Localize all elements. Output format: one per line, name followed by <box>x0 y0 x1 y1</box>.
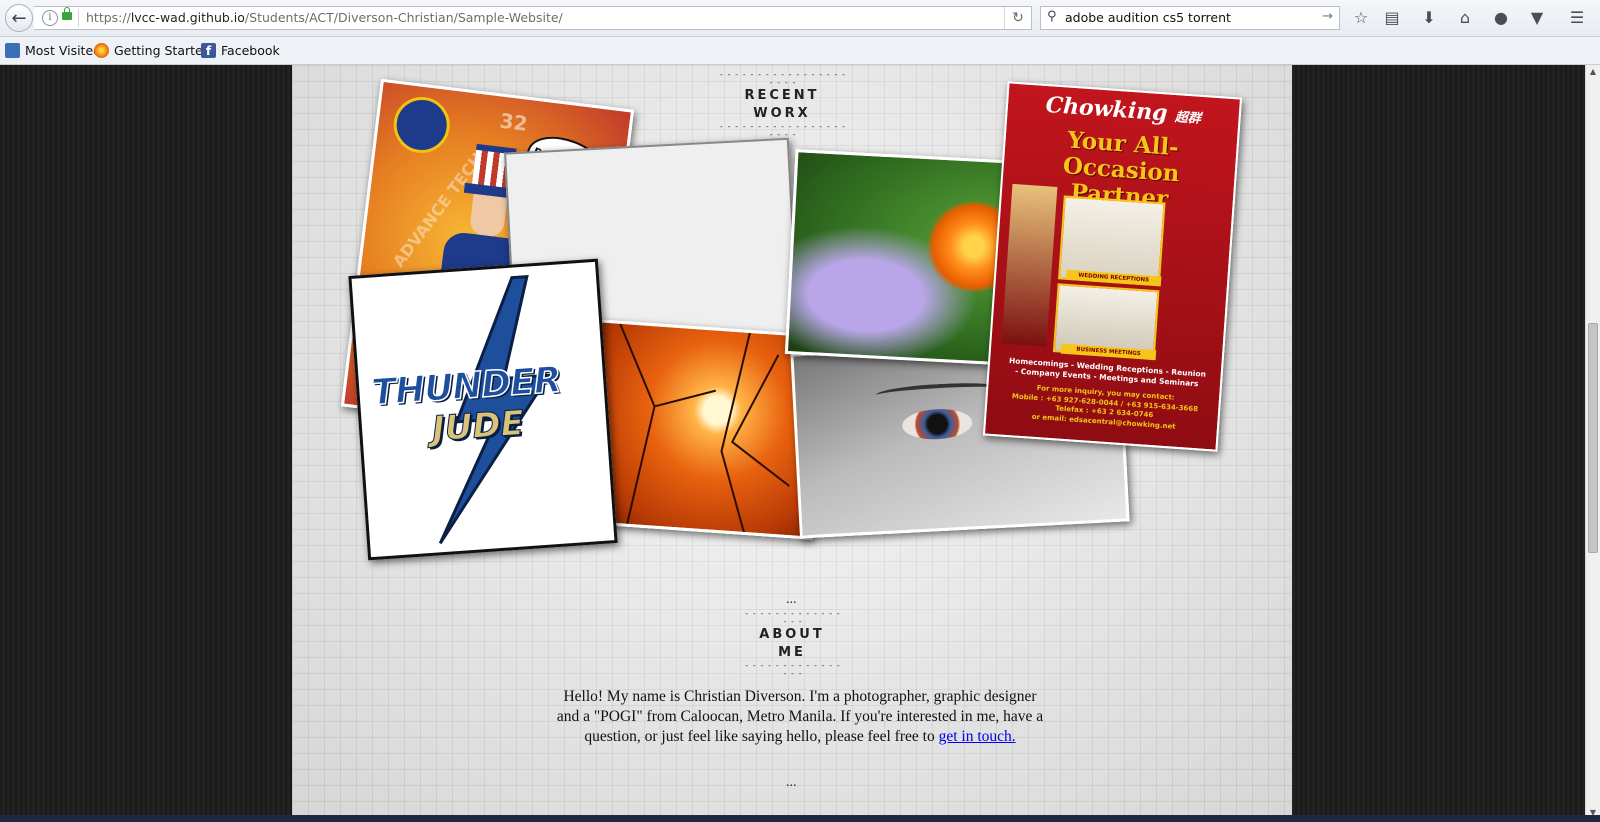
title-rule: - - - - - - - - - - - - - - - - - - - - … <box>719 122 846 139</box>
back-arrow-icon: ← <box>11 7 27 29</box>
url-text[interactable]: https://lvcc-wad.github.io/Students/ACT/… <box>86 10 563 25</box>
scrollbar-thumb[interactable] <box>1588 323 1598 553</box>
bookmark-most-visited[interactable]: Most Visited <box>5 43 101 58</box>
gallery-photo-chowking-flyer[interactable]: Chowking 超群 Your All-Occasion Partner WE… <box>982 81 1243 452</box>
home-icon[interactable]: ⌂ <box>1454 7 1476 29</box>
chowking-food-photo <box>1001 183 1058 347</box>
bookmark-label: Facebook <box>221 43 280 58</box>
lock-icon <box>62 7 72 20</box>
recent-worx-heading: - - - - - - - - - - - - - - - - - - - - … <box>716 71 848 139</box>
ellipsis-top: ... <box>786 592 797 607</box>
about-me-paragraph: Hello! My name is Christian Diverson. I'… <box>555 687 1045 747</box>
address-bar[interactable]: i https://lvcc-wad.github.io/Students/AC… <box>34 6 1032 30</box>
about-me-title: ABOUT ME <box>759 627 825 660</box>
back-button[interactable]: ← <box>5 4 33 32</box>
reload-icon[interactable]: ↻ <box>1004 7 1031 29</box>
school-seal-icon <box>390 93 453 157</box>
bookmark-star-icon[interactable]: ☆ <box>1350 7 1372 29</box>
search-go-icon[interactable]: → <box>1322 9 1333 24</box>
scroll-up-icon[interactable]: ▲ <box>1588 67 1598 79</box>
poster-number: 32 <box>498 108 529 136</box>
chowking-contact: For more inquiry, you may contact: Mobil… <box>988 381 1221 435</box>
search-icon: ⚲ <box>1047 9 1057 24</box>
browser-toolbar: ← i https://lvcc-wad.github.io/Students/… <box>0 0 1600 37</box>
bookmarks-toolbar: Most Visited Getting Started f Facebook <box>0 37 1600 65</box>
chat-icon[interactable]: ● <box>1490 7 1512 29</box>
eye-iris <box>901 407 974 441</box>
bookmark-label: Most Visited <box>25 43 102 58</box>
url-prefix: https:// <box>86 10 131 25</box>
ellipsis-bottom: ... <box>786 775 797 790</box>
url-path: /Students/ACT/Diverson-Christian/Sample-… <box>244 10 563 25</box>
os-taskbar <box>0 815 1600 822</box>
title-rule: - - - - - - - - - - - - - - - - - - - - … <box>719 70 846 87</box>
search-query[interactable]: adobe audition cs5 torrent <box>1065 10 1231 25</box>
title-rule: - - - - - - - - - - - - - - - - <box>744 609 840 626</box>
pocket-icon[interactable]: ▼ <box>1526 7 1548 29</box>
recent-worx-title: RECENT WORX <box>744 88 820 121</box>
menu-icon[interactable]: ☰ <box>1566 7 1588 29</box>
firefox-icon <box>94 43 109 58</box>
url-domain: lvcc-wad.github.io <box>130 10 245 25</box>
bookmark-facebook[interactable]: f Facebook <box>201 43 280 58</box>
most-visited-icon <box>5 43 20 58</box>
search-bar[interactable]: ⚲ adobe audition cs5 torrent → <box>1040 6 1340 30</box>
title-rule: - - - - - - - - - - - - - - - - <box>744 661 840 678</box>
bookmarks-library-icon[interactable]: ▤ <box>1381 7 1403 29</box>
site-info-icon[interactable]: i <box>42 10 58 26</box>
bookmark-getting-started[interactable]: Getting Started <box>94 43 211 58</box>
chowking-chinese: 超群 <box>1174 110 1202 127</box>
get-in-touch-link[interactable]: get in touch. <box>939 728 1016 745</box>
bookmark-label: Getting Started <box>114 43 211 58</box>
about-me-heading: - - - - - - - - - - - - - - - - ABOUT ME… <box>742 610 842 678</box>
jude-text: JUDE <box>430 403 526 450</box>
url-separator <box>78 9 79 27</box>
chowking-brand: Chowking <box>1044 91 1169 127</box>
gallery-photo-thunder-jude[interactable]: THUNDER JUDE <box>348 258 618 561</box>
page-viewport: - - - - - - - - - - - - - - - - - - - - … <box>0 65 1585 822</box>
downloads-icon[interactable]: ⬇ <box>1418 7 1440 29</box>
facebook-icon: f <box>201 43 216 58</box>
page-scrollbar[interactable]: ▲ ▼ <box>1585 65 1600 822</box>
